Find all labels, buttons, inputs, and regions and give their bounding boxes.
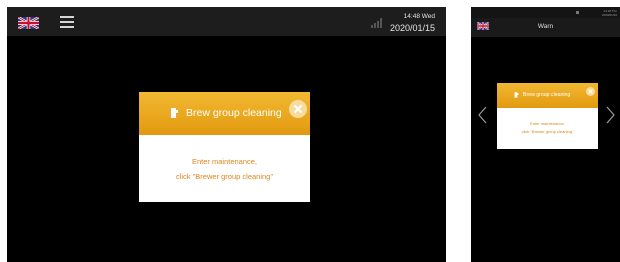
brew-group-icon [171,108,178,118]
clock: 14:48 Wed 2020/01/15 [390,11,435,34]
dialog-title: Brew group cleaning [186,107,282,119]
uk-flag-icon[interactable] [18,17,39,29]
signal-strength-icon [371,18,383,28]
dialog-message: Enter maintenance, click "Brewer group c… [139,154,310,184]
header-title: Warn [537,23,554,30]
clock-date: 2020/01/15 [389,23,435,33]
brew-group-cleaning-dialog: Brew group cleaning Enter maintenance, c… [139,92,310,202]
status-bar: 14:18 Thu 2020/01/16 [471,7,620,18]
main-screen: 14:48 Wed 2020/01/15 Brew group cleaning… [7,7,446,262]
dialog-title: Brew group cleaning [523,92,571,98]
brew-group-cleaning-dialog: Brew group cleaning Enter maintenance, c… [497,83,598,149]
status-date: 2020/01/16 [601,13,617,17]
hamburger-menu-icon[interactable] [60,16,74,28]
chevron-right-icon[interactable] [606,106,615,124]
side-screen: 14:18 Thu 2020/01/16 Warn Brew group cle… [471,7,620,262]
status-icon [576,11,579,14]
top-bar: 14:48 Wed 2020/01/15 [7,7,446,36]
dialog-message-line1: Enter maintenance, [191,157,258,166]
dialog-message-line2: click "Brewer group cleaning" [175,172,274,181]
clock-time: 14:48 Wed [403,13,435,20]
chevron-left-icon[interactable] [478,106,487,124]
close-icon[interactable] [586,87,595,96]
dialog-message-line1: Enter maintenance, [530,121,565,126]
close-icon[interactable] [289,100,307,118]
dialog-header: Brew group cleaning [139,92,310,135]
brew-group-icon [514,92,519,98]
dialog-header: Brew group cleaning [497,83,598,108]
header-bar: Warn [471,18,620,37]
dialog-message: Enter maintenance, click "Brewer group c… [497,120,598,136]
status-clock: 14:18 Thu 2020/01/16 [602,9,617,17]
dialog-message-line2: click "Brewer group cleaning" [521,129,574,134]
